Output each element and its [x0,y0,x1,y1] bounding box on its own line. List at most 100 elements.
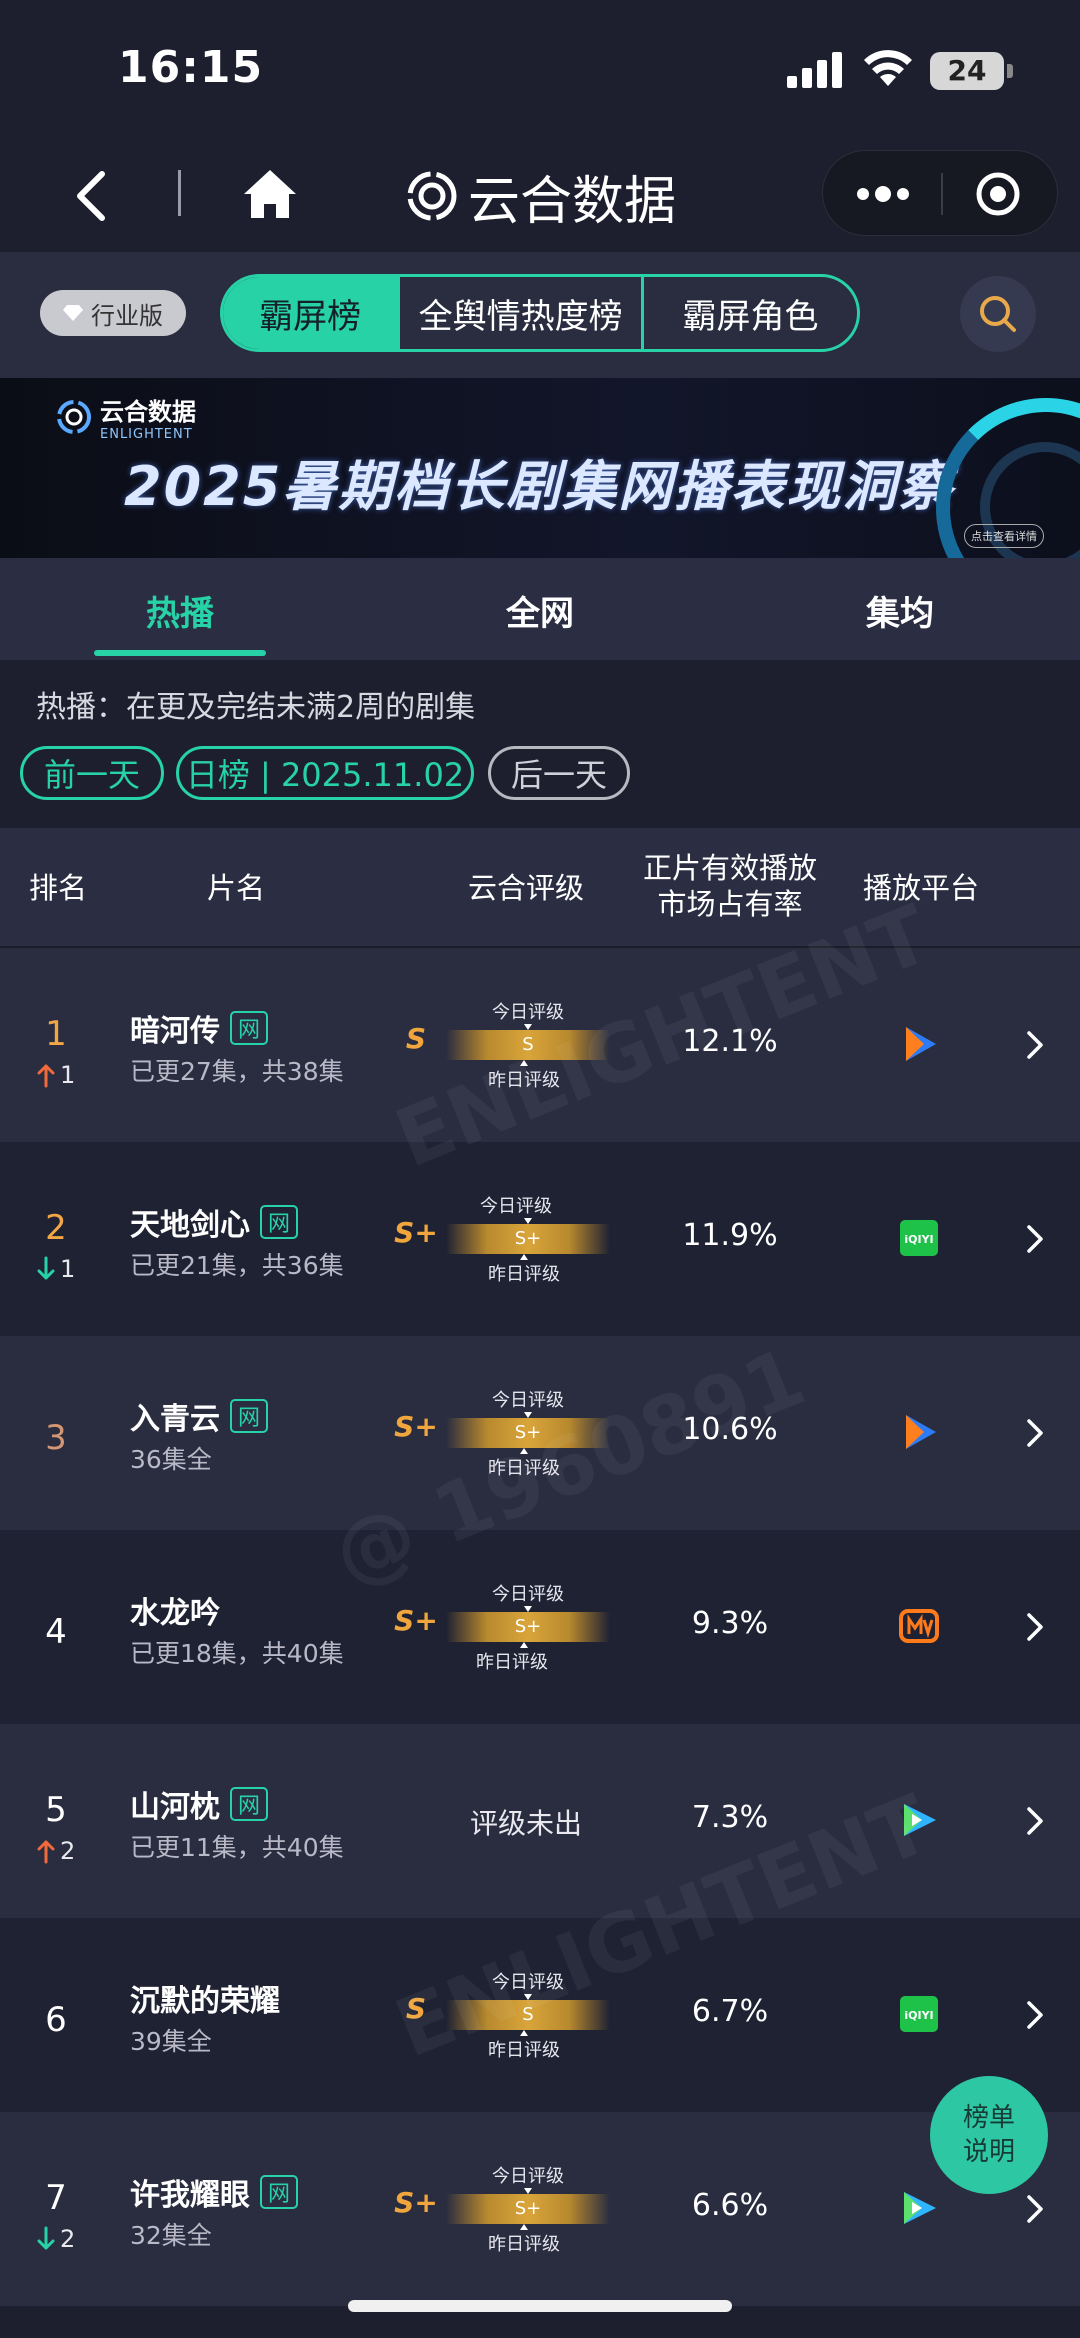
web-drama-badge: 网 [260,2175,298,2209]
show-name: 水龙吟 [130,1596,220,1631]
segment-ba-ping-jue-se[interactable]: 霸屏角色 [641,277,857,349]
close-miniprogram-icon[interactable] [975,171,1021,217]
mango-tv-icon [898,1606,940,1646]
ranking-row[interactable]: 1 1 暗河传 网 已更27集，共38集 S 今日评级 S 昨日评级 12.1% [0,948,1080,1142]
rating-bar: S+ [446,1612,610,1642]
next-day-button[interactable]: 后一天 [488,746,630,800]
arrow-down-icon [37,2226,55,2250]
back-arrow-icon[interactable] [62,164,122,228]
rank-change: 2 [36,2224,96,2254]
tencent-video-icon [898,1412,940,1452]
search-icon [980,296,1016,332]
today-rating-label: 今日评级 [492,2166,564,2187]
show-title-line: 入青云 网 [130,1394,268,1438]
search-button[interactable] [960,276,1036,352]
market-share: 10.6% [682,1412,778,1447]
ranking-row[interactable]: 6 沉默的荣耀 39集全 S 今日评级 S 昨日评级 6.7% iQIYI [0,1918,1080,2112]
web-drama-badge: 网 [230,1399,268,1433]
chevron-right-icon[interactable] [1024,1998,1046,2032]
ranking-type-switch: 霸屏榜 全舆情热度榜 霸屏角色 [220,274,860,352]
battery-tip [1007,64,1013,78]
yesterday-rating-label: 昨日评级 [488,2234,560,2255]
yesterday-rating-label: 昨日评级 [488,1458,560,1479]
rank-change-value: 2 [60,1837,76,1865]
show-name: 沉默的荣耀 [130,1984,280,2019]
home-icon[interactable] [240,164,300,224]
home-indicator[interactable] [348,2300,732,2312]
banner-logo: 云合数据 ENLIGHTENT [56,392,196,442]
rating-grade: S+ [394,1604,438,1637]
nav-title-text: 云合数据 [468,171,677,232]
diamond-icon [63,305,83,321]
episode-status: 已更18集，共40集 [130,1639,344,1668]
chevron-right-icon[interactable] [1024,1416,1046,1450]
chevron-right-icon[interactable] [1024,1610,1046,1644]
chevron-right-icon[interactable] [1024,1028,1046,1062]
ranking-info: 热播：在更及完结未满2周的剧集 前一天 日榜 | 2025.11.02 后一天 [0,660,1080,828]
rating-bar-grade: S+ [514,1616,542,1637]
status-bar: 16:15 24 [0,0,1080,140]
date-picker-button[interactable]: 日榜 | 2025.11.02 [176,746,474,800]
rating-bar: S+ [446,1224,610,1254]
tencent-video-icon [898,1024,940,1064]
chevron-right-icon[interactable] [1024,1804,1046,1838]
iqiyi-icon: iQIYI [898,1994,940,2034]
show-title-line: 暗河传 网 [130,1006,268,1050]
iqiyi-icon: iQIYI [898,1218,940,1258]
rank-number: 4 [45,1612,67,1652]
market-share: 9.3% [691,1606,769,1641]
column-share: 正片有效播放 市场占有率 [630,850,830,922]
rank-number: 5 [45,1790,67,1830]
ranking-row[interactable]: 2 1 天地剑心 网 已更21集，共36集 S+ 今日评级 S+ 昨日评级 11.9… [0,1142,1080,1336]
rating-bar: S [446,1030,610,1060]
prev-day-button[interactable]: 前一天 [20,746,164,800]
filter-bar: 行业版 霸屏榜 全舆情热度榜 霸屏角色 [0,252,1080,378]
more-icon[interactable] [853,181,913,207]
rating-bar: S+ [446,1418,610,1448]
rank-change-value: 1 [60,1061,76,1089]
tab-ji-jun[interactable]: 集均 [810,586,990,635]
rating-bar-grade: S+ [514,2198,542,2219]
tab-quan-wang[interactable]: 全网 [450,586,630,635]
rank-number: 1 [45,1014,67,1054]
rank-change-value: 2 [60,2225,76,2253]
scope-tabs: 热播 全网 集均 [0,558,1080,660]
youku-icon [898,1800,940,1840]
ranking-description: 热播：在更及完结未满2周的剧集 [36,690,476,725]
rank-change: 2 [36,1836,96,1866]
yesterday-rating-label: 昨日评级 [476,1652,548,1673]
rank-number: 7 [45,2178,67,2218]
segment-quan-yu-qing[interactable]: 全舆情热度榜 [397,277,641,349]
banner-title: 2025暑期档长剧集网播表现洞察 [124,455,955,518]
yesterday-rating-label: 昨日评级 [488,1264,560,1285]
industry-edition-badge[interactable]: 行业版 [40,290,186,336]
show-name: 山河枕 [130,1790,220,1825]
rating-bar-grade: S [522,1034,534,1055]
ranking-explanation-button[interactable]: 榜单 说明 [930,2076,1048,2194]
tab-re-bo[interactable]: 热播 [90,586,270,635]
promo-banner[interactable]: 云合数据 ENLIGHTENT 2025暑期档长剧集网播表现洞察 点击查看详情 [0,378,1080,558]
rating-bar: S [446,2000,610,2030]
fab-line1: 榜单 [962,2103,1015,2133]
ranking-row[interactable]: 3 入青云 网 36集全 S+ 今日评级 S+ 昨日评级 10.6% [0,1336,1080,1530]
today-rating-label: 今日评级 [480,1196,552,1217]
segment-ba-ping-bang[interactable]: 霸屏榜 [223,277,398,349]
ranking-row[interactable]: 7 2 许我耀眼 网 32集全 S+ 今日评级 S+ 昨日评级 6.6% [0,2112,1080,2306]
episode-status: 39集全 [130,2027,212,2056]
miniprogram-capsule [822,150,1058,236]
show-name: 入青云 [130,1402,220,1437]
rank-number: 6 [45,2000,67,2040]
market-share: 7.3% [691,1800,769,1835]
show-title-line: 沉默的荣耀 [130,1976,280,2020]
chevron-right-icon[interactable] [1024,1222,1046,1256]
rating-bar-grade: S+ [514,1228,542,1249]
ranking-row[interactable]: 4 水龙吟 已更18集，共40集 S+ 今日评级 S+ 昨日评级 9.3% [0,1530,1080,1724]
today-rating-label: 今日评级 [492,1002,564,1023]
ranking-row[interactable]: 5 2 山河枕 网 已更11集，共40集 评级未出 7.3% [0,1724,1080,1918]
market-share: 6.7% [691,1994,769,2029]
yunhe-logo-icon [407,171,457,221]
chevron-right-icon[interactable] [1024,2192,1046,2226]
web-drama-badge: 网 [230,1011,268,1045]
banner-detail-button[interactable]: 点击查看详情 [964,524,1044,548]
rank-number: 2 [45,1208,67,1248]
